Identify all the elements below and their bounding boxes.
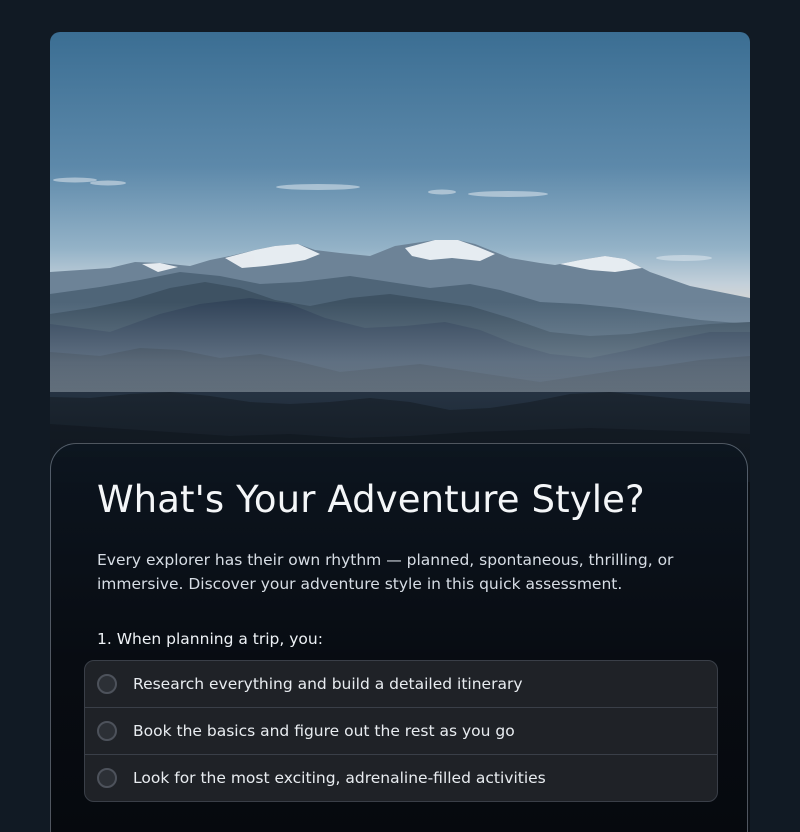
- quiz-title: What's Your Adventure Style?: [97, 478, 645, 521]
- hero-image: [50, 32, 750, 482]
- quiz-card: What's Your Adventure Style? Every explo…: [50, 32, 750, 832]
- answer-option-label: Research everything and build a detailed…: [133, 675, 523, 693]
- answer-option-label: Book the basics and figure out the rest …: [133, 722, 515, 740]
- answer-options: Research everything and build a detailed…: [84, 660, 718, 802]
- answer-option[interactable]: Book the basics and figure out the rest …: [85, 707, 717, 754]
- radio-button[interactable]: [97, 721, 117, 741]
- quiz-panel: What's Your Adventure Style? Every explo…: [50, 443, 748, 832]
- quiz-intro: Every explorer has their own rhythm — pl…: [97, 551, 674, 593]
- radio-button[interactable]: [97, 768, 117, 788]
- answer-option[interactable]: Research everything and build a detailed…: [85, 661, 717, 707]
- radio-button[interactable]: [97, 674, 117, 694]
- answer-option-label: Look for the most exciting, adrenaline-f…: [133, 769, 546, 787]
- question-text: 1. When planning a trip, you:: [97, 630, 323, 648]
- answer-option[interactable]: Look for the most exciting, adrenaline-f…: [85, 754, 717, 801]
